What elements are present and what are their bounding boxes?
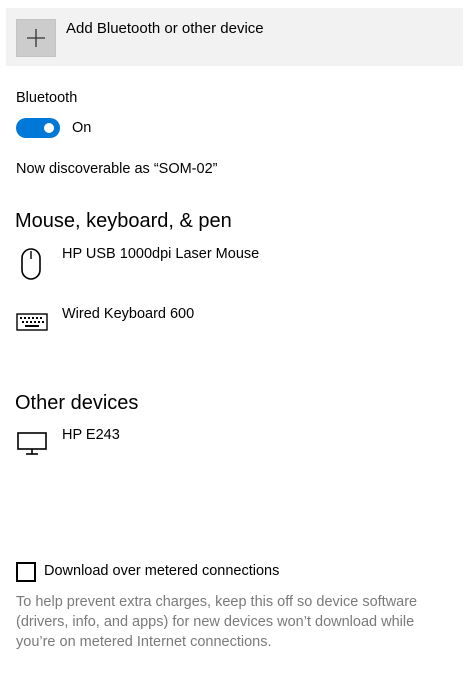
plus-icon — [27, 29, 45, 47]
mouse-icon — [21, 248, 41, 280]
metered-checkbox[interactable] — [16, 562, 36, 582]
section-title-mouse-keyboard: Mouse, keyboard, & pen — [15, 210, 232, 232]
add-device-tile[interactable] — [16, 19, 56, 57]
bluetooth-toggle-state: On — [72, 120, 92, 136]
device-name: Wired Keyboard 600 — [62, 306, 195, 322]
bluetooth-label: Bluetooth — [16, 90, 78, 106]
device-name: HP E243 — [62, 427, 120, 443]
add-device-button[interactable]: Add Bluetooth or other device — [6, 8, 463, 66]
discoverable-status: Now discoverable as “SOM-02” — [16, 161, 218, 177]
metered-checkbox-label[interactable]: Download over metered connections — [44, 563, 279, 579]
bluetooth-toggle[interactable] — [16, 118, 60, 138]
monitor-icon — [17, 432, 47, 455]
section-title-other-devices: Other devices — [15, 392, 139, 414]
toggle-knob — [44, 123, 54, 133]
device-name: HP USB 1000dpi Laser Mouse — [62, 246, 260, 262]
keyboard-icon — [16, 313, 48, 331]
metered-help-text: To help prevent extra charges, keep this… — [16, 594, 418, 650]
add-device-label: Add Bluetooth or other device — [66, 20, 264, 37]
